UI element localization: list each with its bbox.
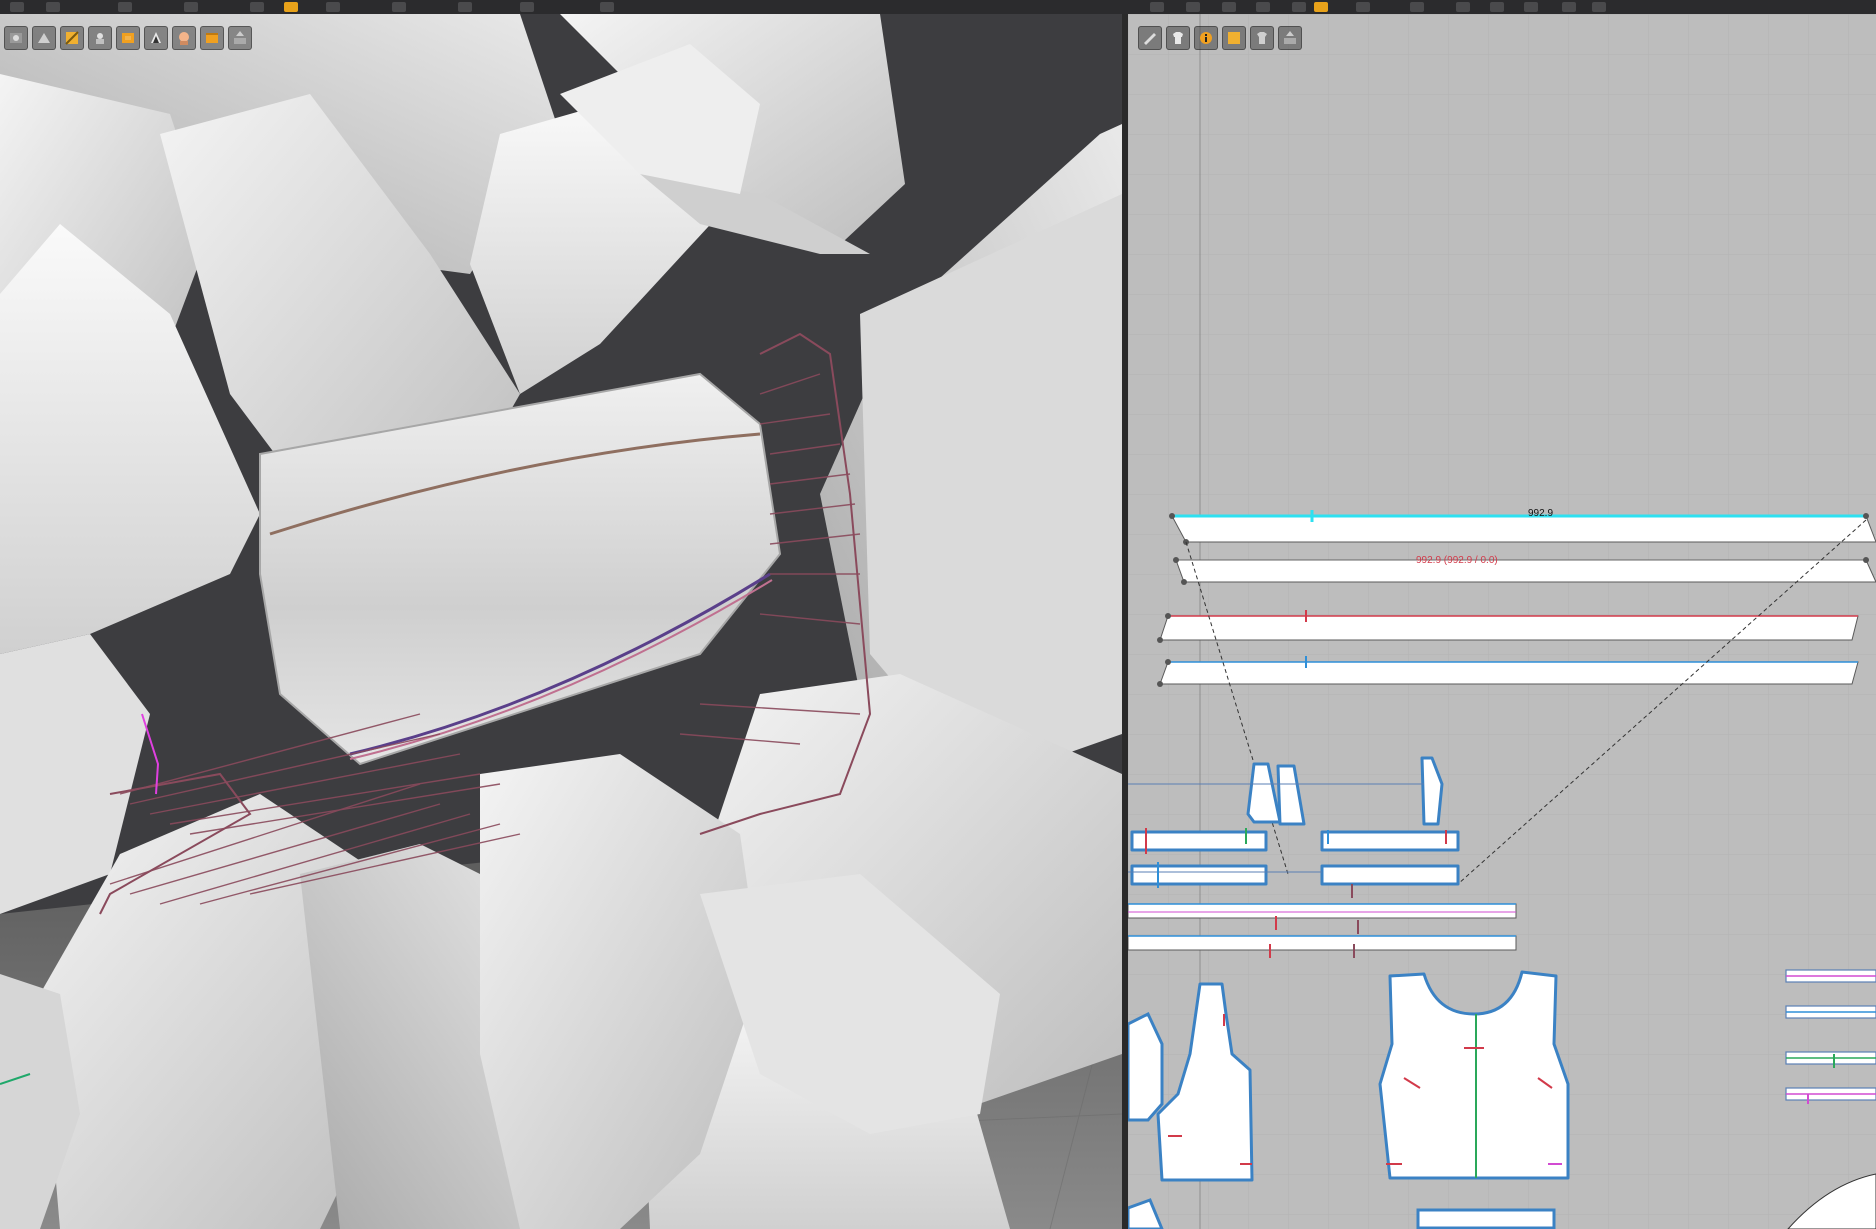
sew-icon[interactable] xyxy=(250,2,264,12)
pattern-piece-bodice-left[interactable] xyxy=(1128,1011,1164,1122)
texture-icon[interactable] xyxy=(60,26,84,50)
main-toolbar xyxy=(0,0,1876,15)
export-icon[interactable] xyxy=(1562,2,1576,12)
fabric-display-icon[interactable] xyxy=(32,26,56,50)
move-icon[interactable] xyxy=(46,2,60,12)
pattern-piece-cuff-2[interactable] xyxy=(1130,864,1268,886)
avatar-icon[interactable] xyxy=(1592,2,1606,12)
avatar-face-icon[interactable] xyxy=(172,26,196,50)
viewport-2d[interactable]: 992.9 992.9 (992.9 / 0.0) xyxy=(1128,14,1876,1229)
avatar-display-icon[interactable] xyxy=(4,26,28,50)
pattern-strip-5[interactable] xyxy=(1128,903,1517,919)
measure-label-second: 992.9 (992.9 / 0.0) xyxy=(1416,555,1498,566)
fold-icon[interactable] xyxy=(284,2,298,12)
grid-icon[interactable] xyxy=(600,2,614,12)
viewport3d-toolbar xyxy=(4,26,252,50)
rotate-icon[interactable] xyxy=(118,2,132,12)
brush-icon[interactable] xyxy=(392,2,406,12)
edit-pattern-icon[interactable] xyxy=(1138,26,1162,50)
pattern-strip-6[interactable] xyxy=(1128,935,1517,951)
garment-icon[interactable] xyxy=(116,26,140,50)
viewport2d-toolbar xyxy=(1138,26,1302,50)
curve-icon[interactable] xyxy=(1292,2,1306,12)
thickness-icon[interactable] xyxy=(200,26,224,50)
export-2d-icon[interactable] xyxy=(1278,26,1302,50)
silhouette-icon[interactable] xyxy=(144,26,168,50)
pattern-select-icon[interactable] xyxy=(1250,26,1274,50)
pattern-strip-1[interactable] xyxy=(1171,510,1876,543)
pattern-piece-bottom[interactable] xyxy=(1416,1208,1556,1229)
measure-label-top: 992.9 xyxy=(1528,508,1554,519)
texture-2d-icon[interactable] xyxy=(1222,26,1246,50)
garment-3d-render xyxy=(0,14,1122,1229)
skin-icon[interactable] xyxy=(88,26,112,50)
export-3d-icon[interactable] xyxy=(228,26,252,50)
pattern-canvas xyxy=(1128,14,1876,1229)
simulate-icon[interactable] xyxy=(458,2,472,12)
arrange-icon[interactable] xyxy=(1356,2,1370,12)
pattern-icon[interactable] xyxy=(1150,2,1164,12)
shirt-icon[interactable] xyxy=(1166,26,1190,50)
gizmo-icon[interactable] xyxy=(1410,2,1424,12)
segment-icon[interactable] xyxy=(1222,2,1236,12)
trace-icon[interactable] xyxy=(1314,2,1328,12)
pattern-piece-cuff-3[interactable] xyxy=(1320,830,1460,852)
eye-icon[interactable] xyxy=(1456,2,1470,12)
pin-icon[interactable] xyxy=(326,2,340,12)
render-icon[interactable] xyxy=(520,2,534,12)
edit-icon[interactable] xyxy=(1186,2,1200,12)
pattern-strip-2[interactable] xyxy=(1175,559,1876,583)
scale-icon[interactable] xyxy=(184,2,198,12)
info-icon[interactable] xyxy=(1194,26,1218,50)
point-icon[interactable] xyxy=(1256,2,1270,12)
viewport-3d[interactable] xyxy=(0,14,1122,1229)
pattern-piece-cuff-4[interactable] xyxy=(1320,864,1460,886)
select-icon[interactable] xyxy=(10,2,24,12)
text-icon[interactable] xyxy=(1524,2,1538,12)
ruler-icon[interactable] xyxy=(1490,2,1504,12)
